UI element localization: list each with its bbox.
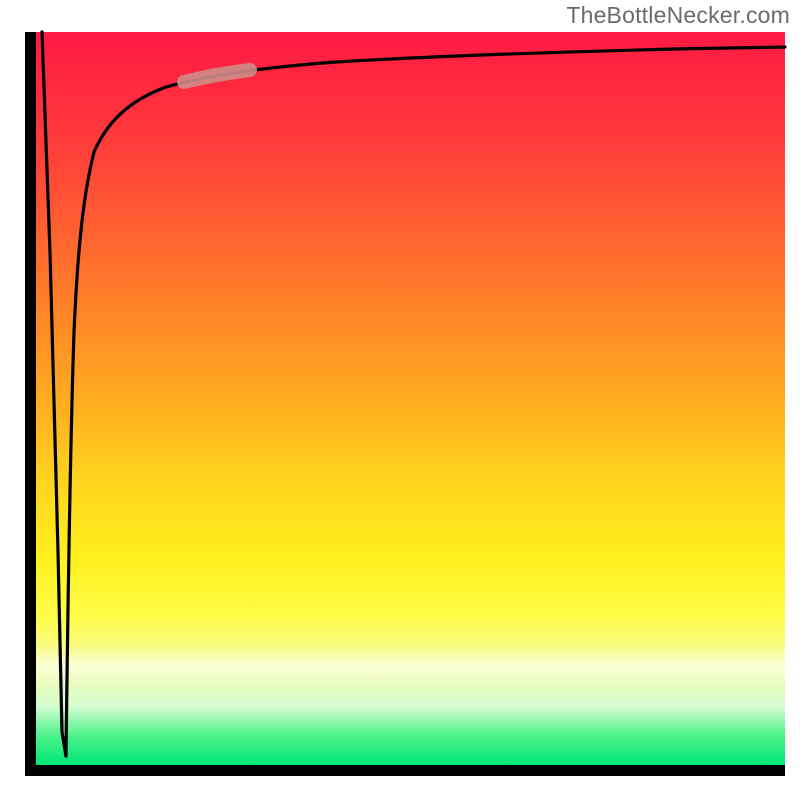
attribution-text: TheBottleNecker.com xyxy=(566,2,790,29)
highlight-segment xyxy=(184,70,250,82)
curve-layer xyxy=(36,32,785,765)
chart-container: TheBottleNecker.com xyxy=(0,0,800,800)
plot-area xyxy=(25,32,785,776)
highlight-band xyxy=(36,646,785,688)
drop-path xyxy=(42,32,66,756)
recovery-path xyxy=(66,47,785,756)
